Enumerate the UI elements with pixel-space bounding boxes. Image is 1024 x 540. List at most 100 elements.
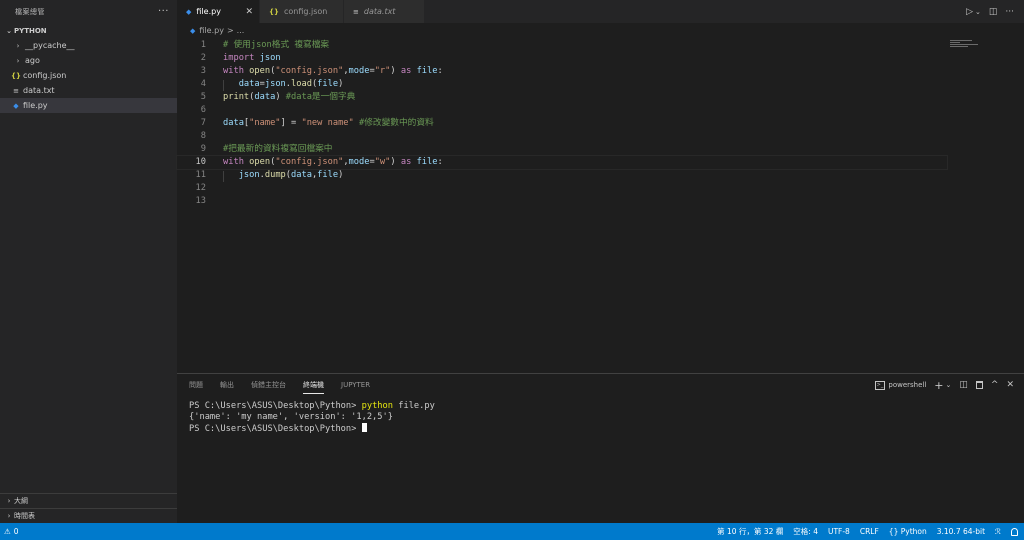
line-number: 6 (200, 105, 206, 115)
tree-item-ago[interactable]: › ago (0, 53, 177, 68)
python-interpreter[interactable]: 3.10.7 64-bit (937, 527, 985, 536)
text-file-icon: ≡ (13, 86, 19, 95)
folder-section-python[interactable]: ⌄ PYTHON (0, 23, 177, 38)
breadcrumb-symbol[interactable]: ... (237, 26, 245, 35)
tree-item-label: __pycache__ (25, 41, 75, 50)
close-panel-icon[interactable]: ✕ (1006, 380, 1014, 390)
line-number: 13 (195, 196, 206, 206)
terminal-prompt: PS C:\Users\ASUS\Desktop\Python> (189, 424, 357, 434)
tab-jupyter[interactable]: JUPYTER (341, 381, 370, 389)
code-line[interactable]: 11 json.dump(data,file) (177, 169, 947, 182)
notification-bell-icon[interactable] (1011, 527, 1018, 536)
python-file-icon: ◆ (190, 26, 196, 35)
panel-tabs: 問題 輸出 偵錯主控台 終端機 JUPYTER (189, 374, 370, 396)
tab-output[interactable]: 輸出 (220, 380, 234, 390)
bottom-panel: 問題 輸出 偵錯主控台 終端機 JUPYTER >_ powershell + … (177, 373, 1024, 523)
indentation[interactable]: 空格: 4 (793, 526, 818, 537)
tree-item-file-py[interactable]: ◆ file.py (0, 98, 177, 113)
code-line[interactable]: 8 (177, 130, 947, 143)
file-encoding[interactable]: UTF-8 (828, 527, 850, 536)
code-line[interactable]: 10 with open("config.json",mode="w") as f… (176, 155, 948, 170)
python-file-icon: ◆ (186, 7, 192, 16)
line-number: 11 (195, 170, 206, 180)
terminal-output[interactable]: PS C:\Users\ASUS\Desktop\Python> python … (189, 401, 435, 434)
indent-guide (223, 171, 224, 182)
chevron-down-icon[interactable]: ⌄ (946, 381, 952, 389)
explorer-header: 檔案總管 ··· (0, 0, 177, 23)
more-actions-icon[interactable]: ··· (1005, 7, 1014, 17)
code-line[interactable]: 7 data["name"] = "new name" #修改變數中的資料 (177, 117, 947, 130)
chevron-down-icon: ⌄ (6, 26, 12, 35)
status-problems[interactable]: ⚠ 0 (4, 523, 19, 540)
code-line[interactable]: 1 # 使用json格式 複寫檔案 (177, 39, 947, 52)
chevron-down-icon[interactable]: ⌄ (975, 8, 981, 16)
line-number: 2 (200, 53, 206, 63)
chevron-right-icon: › (7, 511, 11, 520)
code-line[interactable]: 3 with open("config.json",mode="r") as fi… (177, 65, 947, 78)
tab-terminal[interactable]: 終端機 (303, 380, 324, 394)
editor-scrollbar[interactable] (1010, 38, 1018, 373)
line-number: 1 (200, 40, 206, 50)
tab-config-json[interactable]: {} config.json (260, 0, 343, 23)
line-number: 3 (200, 66, 206, 76)
timeline-label: 時間表 (14, 511, 35, 520)
terminal-argument: file.py (398, 401, 435, 411)
line-number: 7 (200, 118, 206, 128)
code-line[interactable]: 9 #把最新的資料複寫回檔案中 (177, 143, 947, 156)
tree-item-label: config.json (23, 71, 67, 80)
code-text: #把最新的資料複寫回檔案中 (223, 144, 333, 154)
code-line[interactable]: 13 (177, 195, 947, 208)
maximize-panel-icon[interactable]: ^ (991, 380, 999, 390)
tab-data-txt[interactable]: ≡ data.txt (344, 0, 424, 23)
code-text: with open("config.json",mode="r") as fil… (223, 66, 443, 76)
tab-problems[interactable]: 問題 (189, 380, 203, 390)
breadcrumb: ◆ file.py > ... (177, 23, 1024, 38)
language-mode[interactable]: {} Python (889, 527, 927, 536)
code-text: with open("config.json",mode="w") as fil… (223, 157, 443, 167)
tree-item-data-txt[interactable]: ≡ data.txt (0, 83, 177, 98)
terminal-shell-selector[interactable]: >_ powershell (874, 380, 927, 390)
trash-icon[interactable] (975, 381, 983, 389)
explorer-more-icon[interactable]: ··· (158, 6, 169, 17)
line-number: 5 (200, 92, 206, 102)
code-text: json.dump(data,file) (238, 170, 344, 180)
panel-actions: >_ powershell + ⌄ ◫ ^ ✕ (874, 374, 1014, 396)
code-line[interactable]: 12 (177, 182, 947, 195)
tree-item-label: data.txt (23, 86, 55, 95)
json-file-icon: {} (11, 71, 21, 80)
split-editor-icon[interactable]: ◫ (989, 7, 998, 17)
code-line[interactable]: 6 (177, 104, 947, 117)
split-terminal-icon[interactable]: ◫ (959, 380, 968, 390)
code-editor[interactable]: 1 # 使用json格式 複寫檔案 2 import json 3 with open("… (176, 38, 1024, 373)
close-icon[interactable]: ✕ (245, 7, 253, 17)
chevron-right-icon: › (7, 496, 11, 505)
minimap[interactable] (950, 40, 980, 50)
outline-section[interactable]: › 大綱 (0, 493, 177, 507)
tab-label: config.json (283, 7, 328, 16)
tab-file-py[interactable]: ◆ file.py ✕ (177, 0, 259, 23)
line-number: 12 (195, 183, 206, 193)
shell-label: powershell (888, 381, 927, 389)
timeline-section[interactable]: › 時間表 (0, 508, 177, 522)
status-right-items: 第 10 行，第 32 欄 空格: 4 UTF-8 CRLF {} Python… (717, 523, 1018, 540)
breadcrumb-file[interactable]: file.py (199, 26, 224, 35)
line-number: 8 (200, 131, 206, 141)
add-terminal-icon[interactable]: + (934, 379, 943, 392)
python-file-icon: ◆ (13, 101, 19, 110)
code-line[interactable]: 5 print(data) #data是一個字典 (177, 91, 947, 104)
editor-tab-bar: ◆ file.py ✕ {} config.json ≡ data.txt ▷ … (177, 0, 1024, 23)
tree-item-pycache[interactable]: › __pycache__ (0, 38, 177, 53)
tree-item-config-json[interactable]: {} config.json (0, 68, 177, 83)
code-line[interactable]: 4 data=json.load(file) (177, 78, 947, 91)
code-text: print(data) #data是一個字典 (223, 92, 356, 102)
chevron-right-icon: › (16, 56, 20, 65)
end-of-line[interactable]: CRLF (860, 527, 879, 536)
tab-label: file.py (196, 7, 221, 16)
json-file-icon: {} (269, 7, 279, 16)
outline-label: 大綱 (14, 496, 28, 505)
run-icon[interactable]: ▷ (966, 7, 973, 17)
code-line[interactable]: 2 import json (177, 52, 947, 65)
feedback-icon[interactable]: ℛ (995, 527, 1001, 536)
tab-debug-console[interactable]: 偵錯主控台 (251, 380, 286, 390)
cursor-position[interactable]: 第 10 行，第 32 欄 (717, 526, 783, 537)
